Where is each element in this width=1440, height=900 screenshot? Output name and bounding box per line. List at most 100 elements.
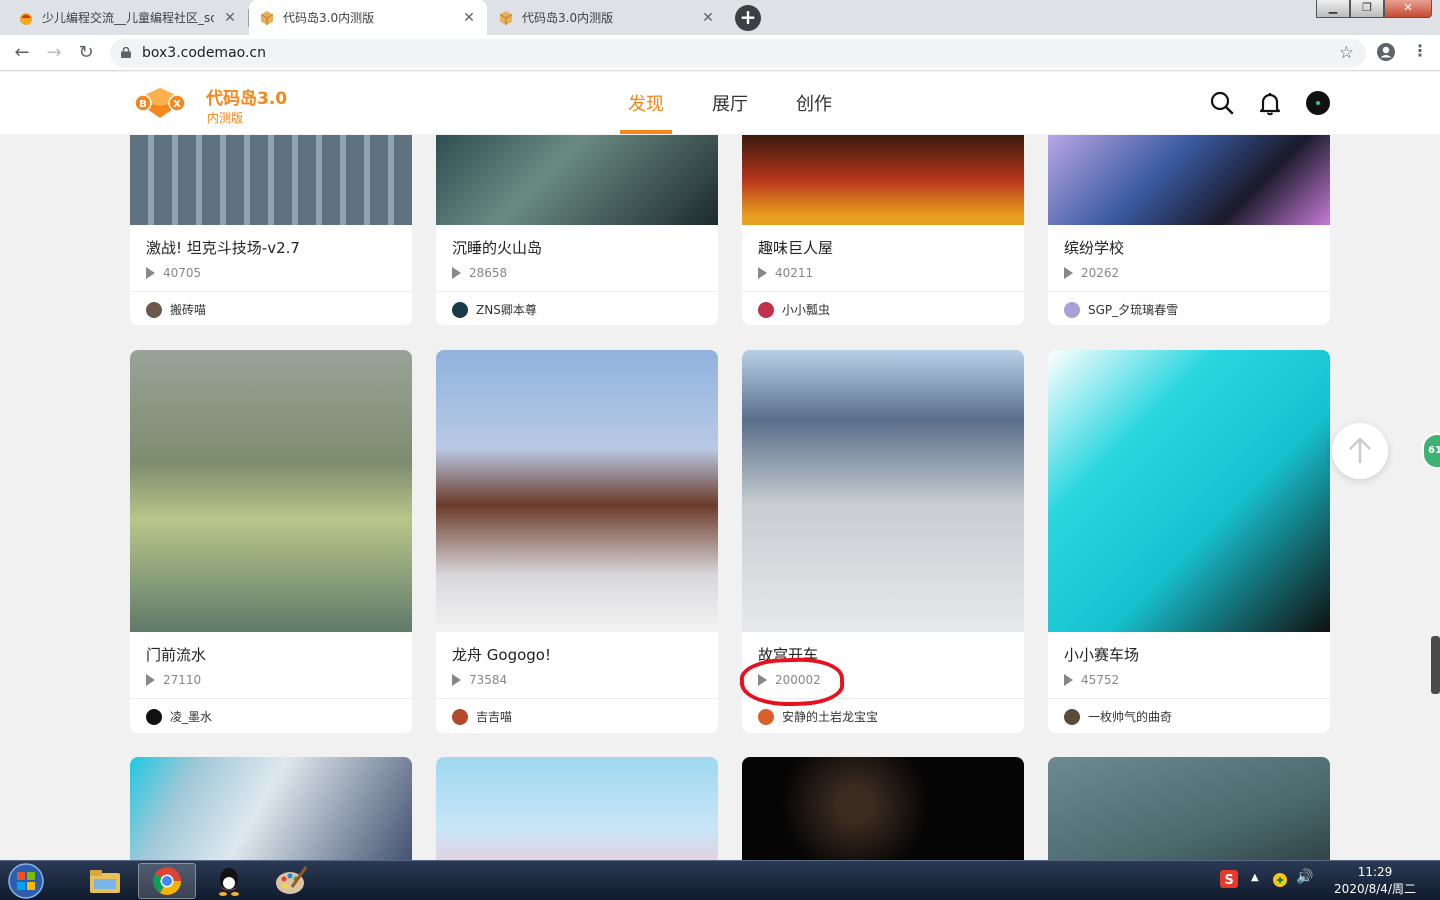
project-card[interactable]: 激战! 坦克斗技场-v2.7 40705 搬砖喵 — [130, 135, 412, 325]
project-thumbnail[interactable] — [130, 350, 412, 632]
project-author[interactable]: 安静的土岩龙宝宝 — [758, 708, 878, 725]
tab-title: 少儿编程交流__儿童编程社区_scratch — [42, 11, 214, 25]
minimize-button[interactable]: ▁ — [1316, 0, 1350, 18]
author-avatar — [1064, 301, 1080, 318]
project-card[interactable]: 小小赛车场 45752 一枚帅气的曲奇 — [1048, 350, 1330, 733]
windows-start-icon[interactable] — [6, 862, 46, 900]
bell-icon[interactable] — [1257, 90, 1283, 116]
address-bar[interactable]: box3.codemao.cn ☆ — [110, 39, 1366, 67]
search-icon[interactable] — [1209, 90, 1235, 116]
project-thumbnail[interactable] — [436, 135, 718, 225]
play-icon — [146, 674, 155, 686]
project-thumbnail[interactable] — [130, 135, 412, 225]
browser-tab[interactable]: 代码岛3.0内测版 ✕ — [488, 0, 726, 35]
project-author[interactable]: 一枚帅气的曲奇 — [1064, 708, 1172, 725]
project-title[interactable]: 激战! 坦克斗技场-v2.7 — [146, 237, 300, 258]
project-author[interactable]: SGP_夕琉璃春雪 — [1064, 301, 1178, 318]
brand-subtitle: 内测版 — [207, 111, 244, 125]
taskbar-clock[interactable]: 11:29 2020/8/4/周二 — [1334, 864, 1416, 898]
browser-tab[interactable]: 少儿编程交流__儿童编程社区_scratch ✕ — [8, 0, 248, 35]
close-window-button[interactable]: ✕ — [1384, 0, 1432, 18]
card-divider — [130, 291, 412, 292]
play-icon — [1064, 674, 1073, 686]
close-tab-icon[interactable]: ✕ — [222, 10, 238, 26]
project-author[interactable]: 小小瓢虫 — [758, 301, 830, 318]
play-icon — [1064, 267, 1073, 279]
user-avatar[interactable] — [1306, 91, 1330, 115]
qq-icon[interactable] — [200, 863, 258, 899]
project-card[interactable] — [436, 757, 718, 877]
maximize-button[interactable]: ❐ — [1350, 0, 1384, 18]
project-play-count: 20262 — [1064, 266, 1119, 280]
browser-tab-active[interactable]: 代码岛3.0内测版 ✕ — [249, 0, 487, 35]
card-divider — [1048, 291, 1330, 292]
paint-icon[interactable] — [262, 863, 320, 899]
box3-logo-icon[interactable]: B X — [131, 86, 189, 120]
side-badge[interactable]: 61 — [1422, 433, 1440, 469]
reload-icon[interactable]: ↻ — [74, 41, 98, 65]
nav-gallery[interactable]: 展厅 — [712, 90, 748, 116]
back-arrow-icon[interactable]: ← — [10, 41, 34, 65]
project-author[interactable]: 凌_墨水 — [146, 708, 212, 725]
project-card[interactable]: 趣味巨人屋 40211 小小瓢虫 — [742, 135, 1024, 325]
author-avatar — [452, 301, 468, 318]
card-divider — [436, 291, 718, 292]
project-card[interactable] — [130, 757, 412, 877]
chrome-taskbar-icon[interactable] — [138, 863, 196, 899]
project-title[interactable]: 门前流水 — [146, 644, 206, 665]
project-card[interactable]: 沉睡的火山岛 28658 ZNS卿本尊 — [436, 135, 718, 325]
logo-letter-x: X — [173, 99, 181, 110]
windows-taskbar: S ▲ 🔊 11:29 2020/8/4/周二 — [0, 860, 1440, 900]
nav-discover[interactable]: 发现 — [628, 90, 664, 116]
sogou-input-icon[interactable]: S — [1220, 870, 1238, 888]
new-tab-button[interactable]: + — [735, 5, 761, 31]
tray-status-icon[interactable] — [1272, 872, 1288, 888]
project-thumbnail[interactable] — [1048, 757, 1330, 877]
project-thumbnail[interactable] — [436, 350, 718, 632]
forward-arrow-icon[interactable]: → — [42, 41, 66, 65]
project-card[interactable]: 门前流水 27110 凌_墨水 — [130, 350, 412, 733]
author-avatar — [1064, 708, 1080, 725]
project-card[interactable] — [742, 757, 1024, 877]
scroll-to-top-button[interactable] — [1332, 423, 1388, 479]
scrollbar-grip[interactable] — [1431, 636, 1440, 694]
project-thumbnail[interactable] — [742, 135, 1024, 225]
project-thumbnail[interactable] — [1048, 350, 1330, 632]
card-divider — [130, 698, 412, 699]
project-thumbnail[interactable] — [436, 757, 718, 877]
close-tab-icon[interactable]: ✕ — [461, 10, 477, 26]
nav-create[interactable]: 创作 — [796, 90, 832, 116]
project-title[interactable]: 缤纷学校 — [1064, 237, 1124, 258]
profile-icon[interactable] — [1376, 42, 1396, 62]
author-name: 安静的土岩龙宝宝 — [782, 710, 879, 724]
project-author[interactable]: ZNS卿本尊 — [452, 301, 537, 318]
project-card[interactable] — [1048, 757, 1330, 877]
close-tab-icon[interactable]: ✕ — [700, 10, 716, 26]
project-title[interactable]: 龙舟 Gogogo! — [452, 644, 551, 665]
project-thumbnail[interactable] — [1048, 135, 1330, 225]
project-author[interactable]: 搬砖喵 — [146, 301, 206, 318]
author-name: 搬砖喵 — [170, 303, 207, 317]
volume-icon[interactable]: 🔊 — [1296, 869, 1313, 885]
project-card[interactable]: 缤纷学校 20262 SGP_夕琉璃春雪 — [1048, 135, 1330, 325]
project-title[interactable]: 沉睡的火山岛 — [452, 237, 542, 258]
project-title[interactable]: 小小赛车场 — [1064, 644, 1139, 665]
project-card[interactable]: 龙舟 Gogogo! 73584 吉吉喵 — [436, 350, 718, 733]
project-play-count: 27110 — [146, 673, 201, 687]
author-name: 一枚帅气的曲奇 — [1088, 710, 1173, 724]
project-play-count: 28658 — [452, 266, 507, 280]
project-thumbnail[interactable] — [130, 757, 412, 877]
menu-dots-icon[interactable]: ⋮ — [1412, 41, 1428, 60]
play-count-value: 20262 — [1081, 266, 1120, 280]
bookmark-star-icon[interactable]: ☆ — [1339, 39, 1354, 67]
project-author[interactable]: 吉吉喵 — [452, 708, 512, 725]
card-divider — [1048, 698, 1330, 699]
project-thumbnail[interactable] — [742, 757, 1024, 877]
url-text: box3.codemao.cn — [142, 45, 266, 61]
file-explorer-icon[interactable] — [76, 863, 134, 899]
project-title[interactable]: 趣味巨人屋 — [758, 237, 833, 258]
tray-expand-icon[interactable]: ▲ — [1251, 872, 1259, 883]
project-thumbnail[interactable] — [742, 350, 1024, 632]
brand-title[interactable]: 代码岛3.0 — [206, 84, 287, 109]
author-avatar — [146, 301, 162, 318]
